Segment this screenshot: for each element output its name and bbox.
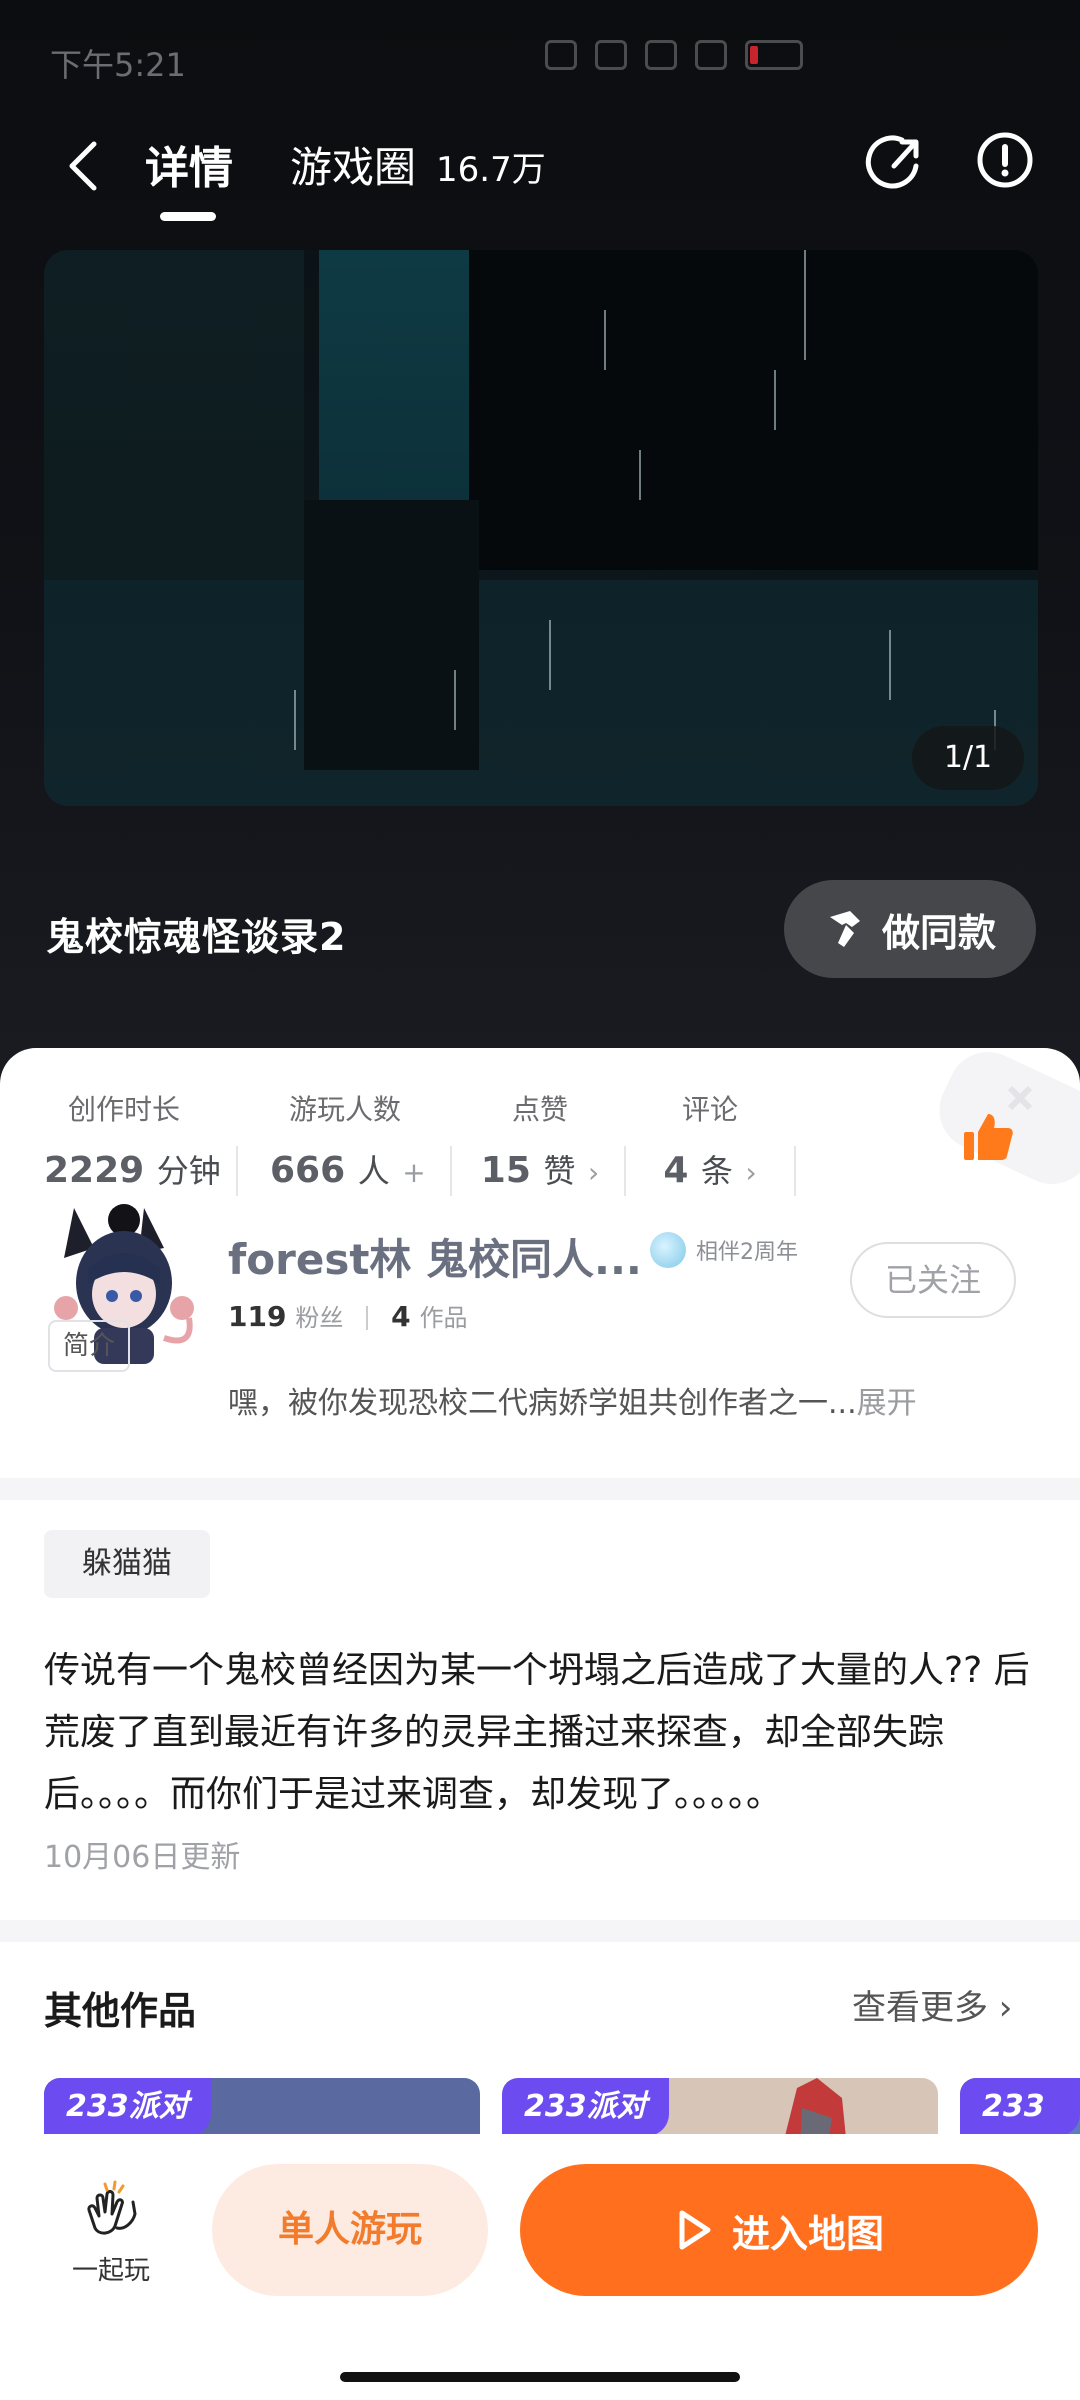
rain-streak [549,620,551,690]
back-icon[interactable] [58,136,108,196]
cover-dark-block [469,250,1038,570]
game-title: 鬼校惊魂怪谈录2 [46,915,347,959]
anniversary-badge-icon [650,1232,686,1268]
stat-divider [450,1146,452,1196]
see-more-label: 查看更多 [852,1988,988,2028]
stat-divider [236,1146,238,1196]
author-meta: 119 粉丝 4 作品 [228,1298,468,1333]
status-bar: 下午5:21 [50,40,1030,90]
tab-game-circle[interactable]: 游戏圈 [290,134,416,195]
game-description: 传说有一个鬼校曾经因为某一个坍塌之后造成了大量的人?? 后荒废了直到最近有许多的… [44,1650,1030,1815]
rain-streak [604,310,606,370]
report-icon[interactable] [975,130,1035,190]
rain-streak [294,690,296,750]
stat-label: 游玩人数 [288,1093,401,1126]
battery-icon [745,40,803,70]
anniversary-badge: 相伴2周年 [650,1232,798,1268]
clapping-hands-icon [87,2180,137,2235]
bottom-action-bar: 一起玩 单人游玩 进入地图 [0,2134,1080,2400]
stat-unit: 分钟 [156,1152,221,1190]
stat-label: 点赞 [511,1093,568,1126]
top-nav: 详情 游戏圈 16.7万 [0,120,1080,230]
game-tag[interactable]: 躲猫猫 [44,1530,210,1598]
rain-streak [889,630,891,700]
stat-unit: 条 [700,1152,733,1190]
stat-divider [794,1146,796,1196]
status-icons [545,40,803,70]
image-counter: 1/1 [912,726,1024,790]
author-name[interactable]: forest林 鬼校同人... [228,1226,642,1287]
status-time: 下午5:21 [50,46,186,84]
stat-number: 2229 [44,1150,145,1191]
fans-label: 粉丝 [295,1304,344,1332]
fans-count: 119 [228,1300,287,1333]
tab-detail[interactable]: 详情 [145,132,233,196]
stat-number: 666 [270,1150,346,1191]
updated-date: 10月06日更新 [44,1840,241,1875]
hammer-icon [829,911,860,947]
stat-likes[interactable]: 点赞 15 赞 › [480,1088,600,1192]
game-cover-image[interactable]: 1/1 [44,250,1038,806]
section-divider [0,1478,1080,1500]
stat-suffix: + [402,1156,426,1189]
vibrate-icon [595,40,627,70]
chevron-right-icon: › [988,1988,1013,2028]
stat-value: 4 条 › [650,1146,770,1192]
meta-divider [366,1306,369,1330]
author-bio[interactable]: 嘿，被你发现恐校二代病娇学姐共创作者之一...展开 [228,1378,917,1422]
play-icon [679,2210,711,2250]
signal-icon [645,40,677,70]
stat-label: 创作时长 [67,1093,180,1126]
stat-value: 2229 分钟 [44,1146,221,1192]
stat-number: 4 [663,1150,689,1191]
play-together-button[interactable]: 一起玩 [60,2180,162,2287]
stats-row: 创作时长 2229 分钟 游玩人数 666 人 + 点赞 15 赞 › 评论 4… [44,1088,824,1196]
cover-door [304,500,479,770]
stat-value: 15 赞 › [480,1146,600,1192]
enter-map-button[interactable]: 进入地图 [520,2164,1038,2296]
stat-unit: 人 [357,1152,390,1190]
stat-divider [624,1146,626,1196]
stat-create-time: 创作时长 2229 分钟 [44,1088,221,1192]
stat-number: 15 [480,1150,531,1191]
stat-unit: 赞 [543,1152,576,1190]
enter-map-label: 进入地图 [731,2211,884,2256]
alarm-icon [545,40,577,70]
chevron-right-icon: › [588,1156,600,1189]
rain-streak [774,370,776,430]
solo-play-button[interactable]: 单人游玩 [212,2164,488,2296]
brand-badge: 233派对 [960,2078,1080,2148]
brand-badge: 233派对 [502,2078,669,2136]
intro-tag: 简介 [48,1320,130,1372]
section-divider [0,1920,1080,1942]
anniversary-badge-label: 相伴2周年 [696,1240,798,1265]
game-circle-count: 16.7万 [436,150,546,190]
stat-label: 评论 [681,1093,738,1126]
stat-comments[interactable]: 评论 4 条 › [650,1088,770,1192]
author-bio-text: 嘿，被你发现恐校二代病娇学姐共创作者之一... [228,1386,857,1421]
play-together-label: 一起玩 [71,2256,150,2286]
header-section: 下午5:21 详情 游戏圈 16.7万 1/1 鬼校惊魂怪谈录2 做同款 [0,0,1080,1100]
chevron-right-icon: › [745,1156,757,1189]
author-section: forest林 鬼校同人... 相伴2周年 119 粉丝 4 作品 已关注 [44,1198,1044,1378]
make-same-label: 做同款 [881,910,996,955]
works-label: 作品 [419,1304,468,1332]
works-count: 4 [391,1300,411,1333]
rain-streak [454,670,456,730]
thumbs-up-icon[interactable] [960,1110,1014,1164]
other-works-title: 其他作品 [44,1989,197,2033]
rain-streak [804,250,806,360]
make-same-button[interactable]: 做同款 [784,880,1036,978]
see-more-link[interactable]: 查看更多 › [852,1980,1012,2029]
wifi-icon [695,40,727,70]
share-icon[interactable] [862,130,926,194]
stat-value: 666 人 + [270,1146,426,1192]
tab-active-indicator [160,212,216,221]
rain-streak [639,450,641,500]
expand-link[interactable]: 展开 [857,1386,917,1421]
stat-players: 游玩人数 666 人 + [270,1088,426,1192]
brand-badge: 233派对 [44,2078,211,2136]
home-indicator[interactable] [340,2372,740,2382]
follow-button[interactable]: 已关注 [850,1242,1016,1318]
